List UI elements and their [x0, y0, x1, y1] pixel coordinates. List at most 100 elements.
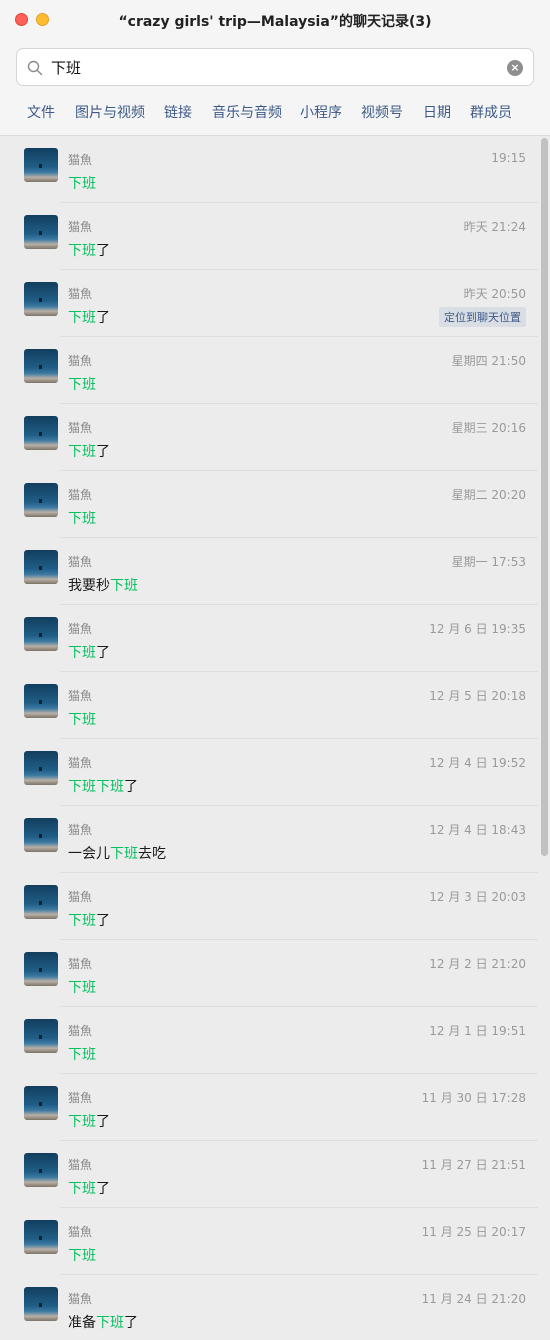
highlighted-keyword: 下班 — [68, 712, 96, 728]
sender-name: 猫魚 — [68, 488, 93, 502]
message-fragment: 一会儿 — [68, 846, 110, 862]
highlighted-keyword: 下班 — [68, 310, 96, 326]
message-text: 下班 — [68, 709, 96, 729]
list-item[interactable]: 猫魚 星期二 20:20 下班 — [0, 471, 550, 538]
message-fragment: 了 — [96, 243, 110, 259]
tab-3[interactable]: 音乐与音频 — [212, 102, 282, 122]
avatar[interactable] — [24, 148, 58, 182]
list-item[interactable]: 猫魚 12 月 5 日 20:18 下班 — [0, 672, 550, 739]
avatar[interactable] — [24, 349, 58, 383]
message-text: 下班了 — [68, 642, 110, 662]
message-fragment: 了 — [96, 310, 110, 326]
tab-2[interactable]: 链接 — [164, 102, 192, 122]
message-time: 12 月 3 日 20:03 — [429, 890, 526, 904]
avatar[interactable] — [24, 684, 58, 718]
list-item[interactable]: 猫魚 19:15 下班 — [0, 136, 550, 203]
list-item[interactable]: 猫魚 12 月 4 日 18:43 一会儿下班去吃 — [0, 806, 550, 873]
search-input[interactable] — [51, 55, 491, 79]
highlighted-keyword: 下班 — [68, 980, 96, 996]
list-item[interactable]: 猫魚 12 月 6 日 19:35 下班了 — [0, 605, 550, 672]
window-title: “crazy girls' trip—Malaysia”的聊天记录(3) — [118, 14, 432, 30]
avatar[interactable] — [24, 1287, 58, 1321]
highlighted-keyword: 下班 — [68, 913, 96, 929]
highlighted-keyword: 下班 — [68, 444, 96, 460]
avatar[interactable] — [24, 550, 58, 584]
tab-4[interactable]: 小程序 — [300, 102, 342, 122]
highlighted-keyword: 下班 — [68, 1114, 96, 1130]
message-text: 下班了 — [68, 240, 110, 260]
search-header: × 文件图片与视频链接音乐与音频小程序视频号日期群成员 — [0, 40, 550, 136]
avatar[interactable] — [24, 1086, 58, 1120]
message-time: 星期三 20:16 — [451, 421, 526, 435]
locate-in-chat-button[interactable]: 定位到聊天位置 — [439, 307, 526, 327]
avatar[interactable] — [24, 751, 58, 785]
avatar[interactable] — [24, 952, 58, 986]
sender-name: 猫魚 — [68, 1158, 93, 1172]
message-fragment: 去吃 — [138, 846, 166, 862]
message-time: 19:15 — [491, 151, 526, 165]
list-item[interactable]: 猫魚 11 月 24 日 21:20 准备下班了 — [0, 1275, 550, 1340]
message-text: 下班下班了 — [68, 776, 138, 796]
sender-name: 猫魚 — [68, 1292, 93, 1306]
highlighted-keyword: 下班 — [68, 779, 96, 795]
list-item[interactable]: 猫魚 星期一 17:53 我要秒下班 — [0, 538, 550, 605]
avatar[interactable] — [24, 282, 58, 316]
list-item[interactable]: 猫魚 星期四 21:50 下班 — [0, 337, 550, 404]
tab-7[interactable]: 群成员 — [470, 102, 512, 122]
message-time: 昨天 20:50 — [463, 287, 526, 301]
avatar[interactable] — [24, 1019, 58, 1053]
message-text: 下班 — [68, 1044, 96, 1064]
highlighted-keyword: 下班 — [96, 1315, 124, 1331]
sender-name: 猫魚 — [68, 823, 93, 837]
filter-tabs: 文件 图片与视频 链接 音乐与音频 小程序 视频号 日期 群成员 — [0, 102, 550, 126]
message-text: 下班 — [68, 508, 96, 528]
message-fragment: 了 — [96, 1181, 110, 1197]
chat-history-window: “crazy girls' trip—Malaysia”的聊天记录(3) × 文… — [0, 0, 550, 1340]
message-fragment: 准备 — [68, 1315, 96, 1331]
sender-name: 猫魚 — [68, 354, 93, 368]
tab-0[interactable]: 文件 — [27, 102, 55, 122]
sender-name: 猫魚 — [68, 1091, 93, 1105]
sender-name: 猫魚 — [68, 220, 93, 234]
sender-name: 猫魚 — [68, 153, 93, 167]
list-item[interactable]: 猫魚 11 月 30 日 17:28 下班了 — [0, 1074, 550, 1141]
scrollbar[interactable] — [541, 138, 548, 856]
message-time: 12 月 5 日 20:18 — [429, 689, 526, 703]
list-item[interactable]: 猫魚 11 月 25 日 20:17 下班 — [0, 1208, 550, 1275]
message-time: 11 月 30 日 17:28 — [421, 1091, 526, 1105]
avatar[interactable] — [24, 818, 58, 852]
list-item[interactable]: 猫魚 12 月 3 日 20:03 下班了 — [0, 873, 550, 940]
message-time: 11 月 25 日 20:17 — [421, 1225, 526, 1239]
search-box[interactable]: × — [16, 48, 534, 86]
avatar[interactable] — [24, 1153, 58, 1187]
list-item[interactable]: 猫魚 12 月 4 日 19:52 下班下班了 — [0, 739, 550, 806]
tab-5[interactable]: 视频号 — [361, 102, 403, 122]
avatar[interactable] — [24, 483, 58, 517]
highlighted-keyword: 下班 — [68, 377, 96, 393]
list-item[interactable]: 猫魚 星期三 20:16 下班了 — [0, 404, 550, 471]
tab-6[interactable]: 日期 — [423, 102, 451, 122]
message-time: 12 月 4 日 18:43 — [429, 823, 526, 837]
message-fragment: 了 — [96, 645, 110, 661]
search-results-list[interactable]: 猫魚 19:15 下班 猫魚 昨天 21:24 下班了 猫魚 昨天 20:50 下班了 定位到聊天… — [0, 136, 550, 1340]
tab-1[interactable]: 图片与视频 — [75, 102, 145, 122]
message-time: 星期四 21:50 — [451, 354, 526, 368]
avatar[interactable] — [24, 215, 58, 249]
message-text: 下班 — [68, 173, 96, 193]
list-item[interactable]: 猫魚 12 月 1 日 19:51 下班 — [0, 1007, 550, 1074]
clear-icon[interactable]: × — [507, 60, 523, 76]
list-item[interactable]: 猫魚 11 月 27 日 21:51 下班了 — [0, 1141, 550, 1208]
list-item[interactable]: 猫魚 昨天 20:50 下班了 定位到聊天位置 — [0, 270, 550, 337]
message-text: 我要秒下班 — [68, 575, 138, 595]
list-item[interactable]: 猫魚 12 月 2 日 21:20 下班 — [0, 940, 550, 1007]
message-time: 11 月 27 日 21:51 — [421, 1158, 526, 1172]
avatar[interactable] — [24, 617, 58, 651]
list-item[interactable]: 猫魚 昨天 21:24 下班了 — [0, 203, 550, 270]
avatar[interactable] — [24, 1220, 58, 1254]
highlighted-keyword: 下班 — [68, 1181, 96, 1197]
message-fragment: 了 — [96, 444, 110, 460]
message-fragment: 了 — [96, 1114, 110, 1130]
highlighted-keyword: 下班 — [68, 1248, 96, 1264]
avatar[interactable] — [24, 885, 58, 919]
avatar[interactable] — [24, 416, 58, 450]
